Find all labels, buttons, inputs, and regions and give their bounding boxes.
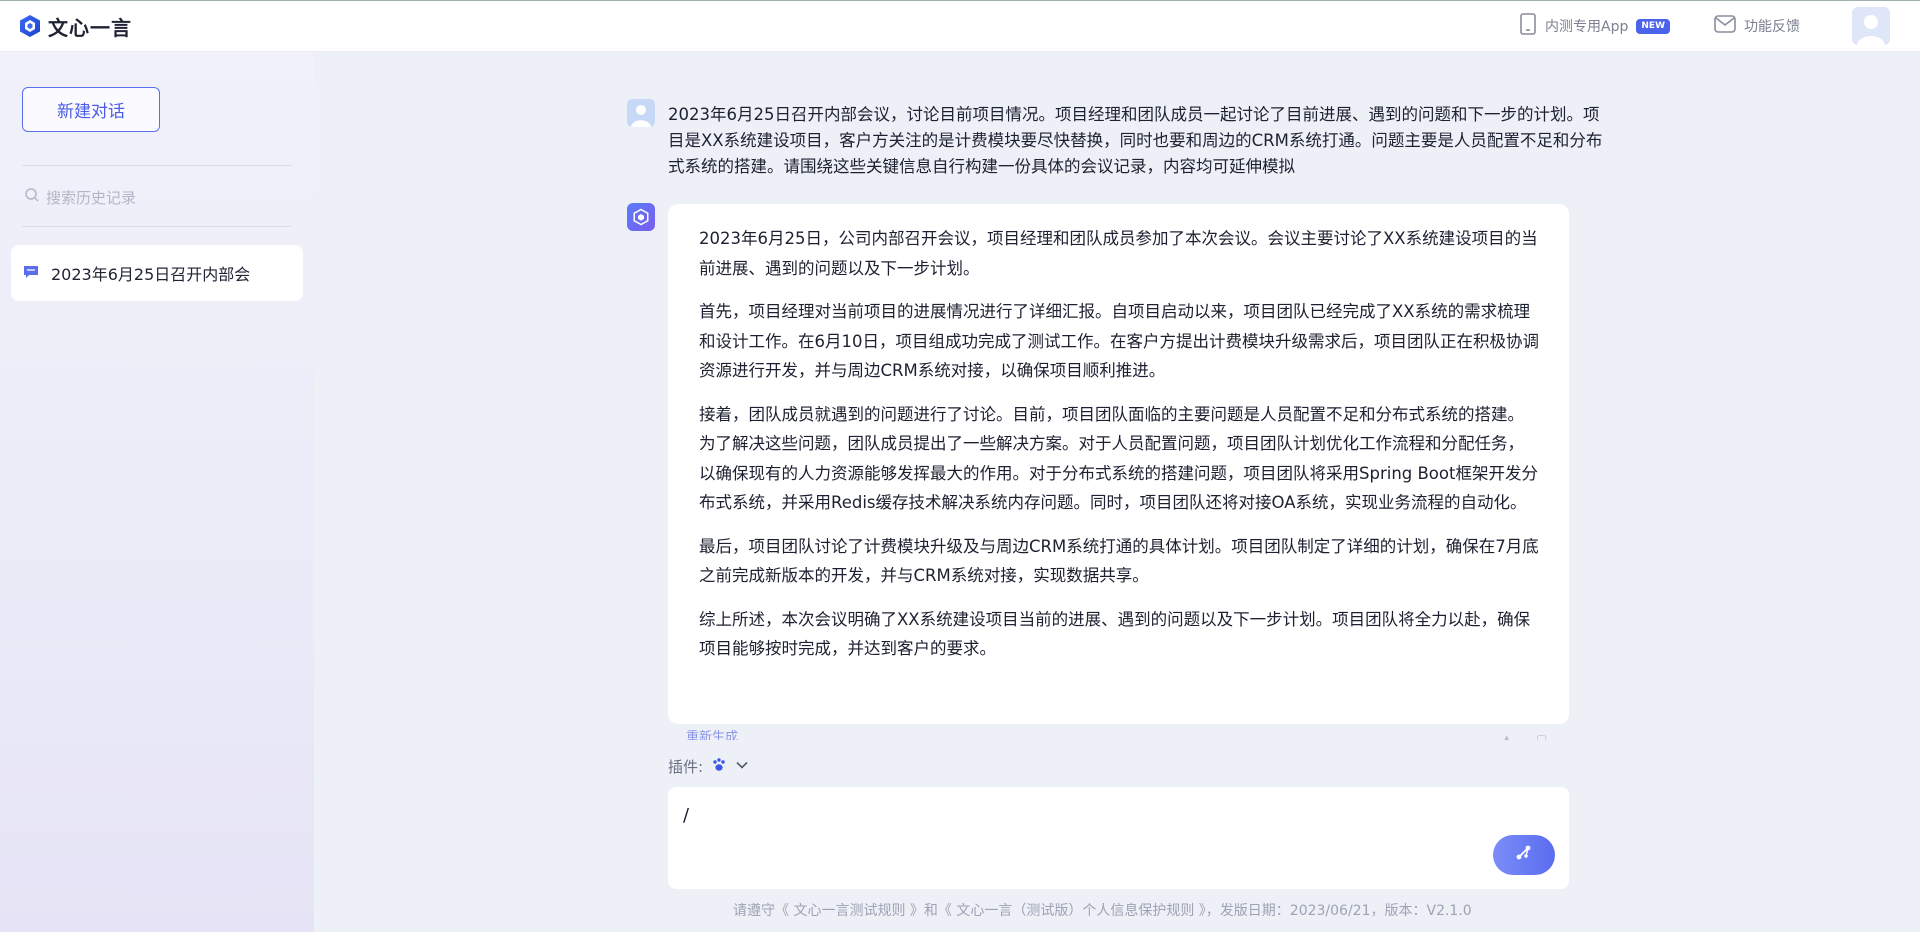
sidebar-divider xyxy=(22,165,292,166)
bot-response-card: 2023年6月25日，公司内部召开会议，项目经理和团队成员参加了本次会议。会议主… xyxy=(668,204,1569,724)
feedback-label: 功能反馈 xyxy=(1744,19,1800,35)
message-composer xyxy=(668,787,1569,889)
chat-bubble-icon xyxy=(23,264,39,283)
wenxin-logo-icon xyxy=(18,14,42,38)
new-chat-button[interactable]: 新建对话 xyxy=(22,87,160,132)
send-button[interactable] xyxy=(1493,835,1555,875)
bot-paragraph: 接着，团队成员就遇到的问题进行了讨论。目前，项目团队面临的主要问题是人员配置不足… xyxy=(699,404,1538,513)
bot-paragraph: 最后，项目团队讨论了计费模块升级及与周边CRM系统打通的具体计划。项目团队制定了… xyxy=(699,536,1539,586)
history-search[interactable]: 搜索历史记录 xyxy=(24,185,136,209)
internal-app-label: 内测专用App xyxy=(1545,19,1629,35)
plugin-selector[interactable] xyxy=(711,757,749,777)
new-badge: NEW xyxy=(1636,18,1670,34)
top-header: 文心一言 内测专用App NEW 功能反馈 xyxy=(0,0,1920,52)
response-actions: ▲ ▢ xyxy=(1502,734,1550,740)
header-actions: 内测专用App NEW 功能反馈 xyxy=(1519,0,1902,52)
bot-paragraph: 首先，项目经理对当前项目的进展情况进行了详细汇报。自项目启动以来，项目团队已经完… xyxy=(699,302,1539,380)
user-avatar-top[interactable] xyxy=(1852,7,1890,45)
brand-name: 文心一言 xyxy=(48,15,132,40)
tablet-icon xyxy=(1519,13,1537,39)
user-avatar xyxy=(627,99,655,127)
mail-icon xyxy=(1714,15,1736,37)
sidebar: 新建对话 搜索历史记录 2023年6月25日召开内部会 xyxy=(0,52,314,932)
bot-paragraph: 综上所述，本次会议明确了XX系统建设项目当前的进展、遇到的问题以及下一步计划。项… xyxy=(699,609,1531,659)
regenerate-button[interactable]: 重新生成 xyxy=(686,730,738,740)
history-item[interactable]: 2023年6月25日召开内部会 xyxy=(11,245,303,301)
thumbs-up-icon[interactable]: ▲ xyxy=(1502,734,1516,740)
history-item-label: 2023年6月25日召开内部会 xyxy=(51,265,251,284)
message-input[interactable] xyxy=(683,800,1463,830)
internal-app-link[interactable]: 内测专用App NEW xyxy=(1519,13,1670,39)
brand[interactable]: 文心一言 xyxy=(18,12,132,41)
bot-avatar-icon xyxy=(627,203,655,231)
plugin-row: 插件: xyxy=(668,756,749,777)
search-icon xyxy=(24,187,40,207)
copy-icon[interactable]: ▢ xyxy=(1536,734,1550,740)
paw-icon xyxy=(711,757,727,777)
bot-paragraph: 2023年6月25日，公司内部召开会议，项目经理和团队成员参加了本次会议。会议主… xyxy=(699,229,1538,278)
search-placeholder: 搜索历史记录 xyxy=(46,188,137,207)
send-icon xyxy=(1513,842,1535,868)
plugin-label: 插件: xyxy=(668,758,704,776)
chat-main: 2023年6月25日召开内部会议，讨论目前项目情况。项目经理和团队成员一起讨论了… xyxy=(314,52,1920,932)
chevron-down-icon xyxy=(735,758,749,776)
sidebar-divider xyxy=(22,226,292,227)
user-message: 2023年6月25日召开内部会议，讨论目前项目情况。项目经理和团队成员一起讨论了… xyxy=(668,105,1603,176)
feedback-link[interactable]: 功能反馈 xyxy=(1714,15,1800,37)
footer-notice: 请遵守《 文心一言测试规则 》和《 文心一言（测试版）个人信息保护规则 》，发版… xyxy=(733,903,1472,919)
